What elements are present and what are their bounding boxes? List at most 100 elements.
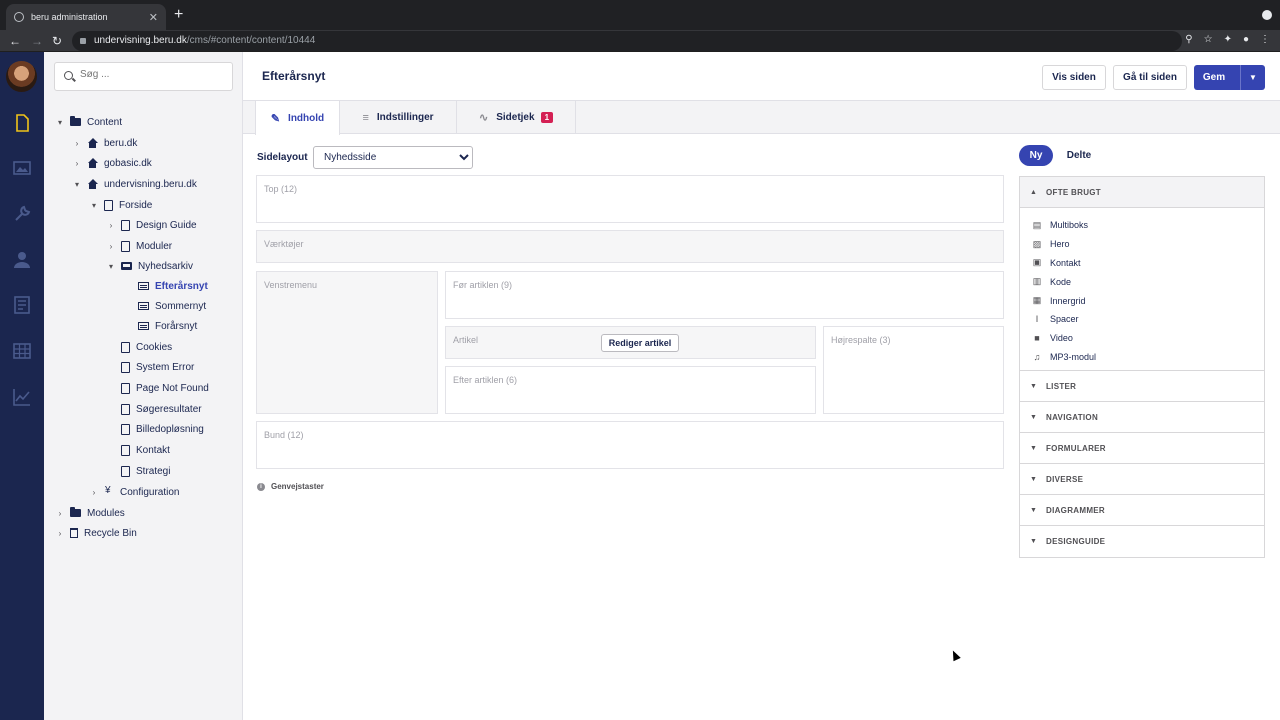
chart-icon[interactable] <box>12 387 32 407</box>
tab-page-check[interactable]: ∿ Sidetjek 1 <box>457 101 576 134</box>
tree-item[interactable]: › Design Guide <box>105 215 197 235</box>
forward-arrow-icon[interactable]: → <box>31 33 43 49</box>
chevron-down-icon[interactable]: ▼ <box>1240 65 1265 90</box>
expand-caret-icon[interactable]: › <box>71 139 83 148</box>
zoom-icon[interactable]: ⚲ <box>1185 34 1192 45</box>
wrench-icon[interactable] <box>12 204 32 224</box>
keyboard-shortcuts-link[interactable]: i Genvejstaster <box>257 482 324 491</box>
tree-item[interactable]: Strategi <box>105 461 170 481</box>
app-navigation-rail <box>0 52 44 720</box>
tree-item[interactable]: ▾ undervisning.beru.dk <box>71 174 197 194</box>
tree-item[interactable]: ▾ Forside <box>88 195 152 215</box>
tree-item[interactable]: Sommernyt <box>122 296 206 316</box>
block-label: Video <box>1050 333 1073 344</box>
bookmark-star-icon[interactable]: ☆ <box>1204 34 1213 45</box>
tree-item[interactable]: System Error <box>105 357 194 377</box>
expand-caret-icon[interactable]: › <box>105 242 117 251</box>
tree-item[interactable]: › Moduler <box>105 236 172 256</box>
expand-caret-icon[interactable]: › <box>105 221 117 230</box>
user-icon[interactable] <box>12 250 32 270</box>
tree-item[interactable]: Billedopløsning <box>105 419 204 439</box>
expand-caret-icon[interactable]: › <box>71 159 83 168</box>
tree-item[interactable]: › Configuration <box>88 482 180 502</box>
back-arrow-icon[interactable]: ← <box>9 33 21 49</box>
tree-item[interactable]: Kontakt <box>105 440 170 460</box>
media-image-icon[interactable] <box>12 158 32 178</box>
tree-item[interactable]: Efterårsnyt <box>122 276 208 296</box>
expand-caret-icon[interactable]: › <box>88 488 100 497</box>
status-badge: 1 <box>540 112 554 123</box>
profile-icon[interactable]: ● <box>1243 34 1249 45</box>
reload-icon[interactable]: ↻ <box>52 33 62 49</box>
kebab-menu-icon[interactable]: ⋮ <box>1260 34 1270 45</box>
url-field[interactable]: undervisning.beru.dk/cms/#content/conten… <box>72 31 1182 51</box>
extensions-icon[interactable]: ✦ <box>1224 34 1232 45</box>
tree-item[interactable]: › Recycle Bin <box>54 523 137 543</box>
tree-item[interactable]: › gobasic.dk <box>71 153 152 173</box>
section-diagrammer[interactable]: ▼ DIAGRAMMER <box>1020 495 1264 527</box>
expand-caret-icon[interactable]: ▾ <box>54 118 66 127</box>
layout-area-after-article[interactable]: Efter artiklen (6) <box>445 366 816 414</box>
block-item[interactable]: ▦ Innergrid <box>1020 291 1264 310</box>
tree-item[interactable]: › Modules <box>54 503 125 523</box>
block-item[interactable]: ▥ Kode <box>1020 272 1264 291</box>
image-icon: ▨ <box>1032 238 1042 249</box>
layout-area-before-article[interactable]: Før artiklen (9) <box>445 271 1004 319</box>
tree-item[interactable]: Forårsnyt <box>122 316 197 336</box>
block-item[interactable]: ▣ Kontakt <box>1020 254 1264 273</box>
layout-area-top[interactable]: Top (12) <box>256 175 1004 223</box>
expand-caret-icon[interactable]: ▾ <box>105 262 117 271</box>
block-item[interactable]: I Spacer <box>1020 310 1264 329</box>
section-label: NAVIGATION <box>1046 412 1099 422</box>
section-navigation[interactable]: ▼ NAVIGATION <box>1020 402 1264 434</box>
edit-icon: ✎ <box>270 112 281 125</box>
avatar[interactable] <box>6 61 37 92</box>
tab-content[interactable]: ✎ Indhold <box>255 101 340 135</box>
form-icon[interactable] <box>12 295 32 315</box>
tree-item[interactable]: ▾ Nyhedsarkiv <box>105 256 193 276</box>
expand-caret-icon[interactable]: › <box>54 509 66 518</box>
page-icon <box>121 240 130 252</box>
tree-item[interactable]: ▾ Content <box>54 112 122 132</box>
section-designguide[interactable]: ▼ DESIGNGUIDE <box>1020 526 1264 558</box>
new-tab-button[interactable]: + <box>174 7 183 23</box>
search-input[interactable] <box>80 69 220 80</box>
goto-page-button[interactable]: Gå til siden <box>1113 65 1187 90</box>
area-label: Højrespalte (3) <box>831 335 891 345</box>
close-tab-icon[interactable]: ✕ <box>149 11 158 24</box>
tree-item[interactable]: Søgeresultater <box>105 399 202 419</box>
search-box[interactable] <box>54 62 233 91</box>
browser-tab[interactable]: beru administration ✕ <box>6 4 166 30</box>
table-icon[interactable] <box>12 341 32 361</box>
toggle-shared[interactable]: Delte <box>1061 145 1097 166</box>
layout-area-bottom[interactable]: Bund (12) <box>256 421 1004 469</box>
content-page-icon[interactable] <box>12 113 32 133</box>
toggle-new[interactable]: Ny <box>1019 145 1053 166</box>
tree-item[interactable]: Page Not Found <box>105 378 209 398</box>
section-lister[interactable]: ▼ LISTER <box>1020 371 1264 403</box>
edit-article-button[interactable]: Rediger artikel <box>601 334 679 352</box>
chevron-down-icon: ▼ <box>1030 444 1038 452</box>
tree-item[interactable]: › beru.dk <box>71 133 137 153</box>
block-item[interactable]: ▨ Hero <box>1020 235 1264 254</box>
expand-caret-icon[interactable]: › <box>54 529 66 538</box>
section-formularer[interactable]: ▼ FORMULARER <box>1020 433 1264 465</box>
tab-settings[interactable]: ≡ Indstillinger <box>340 101 457 134</box>
expand-caret-icon[interactable]: ▾ <box>88 201 100 210</box>
browser-menu-icon[interactable] <box>1262 10 1272 20</box>
expand-caret-icon[interactable]: ▾ <box>71 180 83 189</box>
document-icon: ▤ <box>1032 219 1042 230</box>
layout-select[interactable]: Nyhedsside <box>313 146 473 169</box>
tree-item[interactable]: Cookies <box>105 337 172 357</box>
block-item[interactable]: ▤ Multiboks <box>1020 216 1264 235</box>
section-diverse[interactable]: ▼ DIVERSE <box>1020 464 1264 496</box>
layout-area-left-menu[interactable]: Venstremenu <box>256 271 438 414</box>
section-often-used[interactable]: ▲ OFTE BRUGT <box>1020 177 1264 208</box>
layout-area-right-column[interactable]: Højrespalte (3) <box>823 326 1004 414</box>
save-button[interactable]: Gem ▼ <box>1194 65 1265 90</box>
view-page-button[interactable]: Vis siden <box>1042 65 1106 90</box>
save-button-label: Gem <box>1202 72 1226 83</box>
block-item[interactable]: ♫ MP3-modul <box>1020 348 1264 367</box>
layout-area-tools[interactable]: Værktøjer <box>256 230 1004 263</box>
block-item[interactable]: ■ Video <box>1020 329 1264 348</box>
